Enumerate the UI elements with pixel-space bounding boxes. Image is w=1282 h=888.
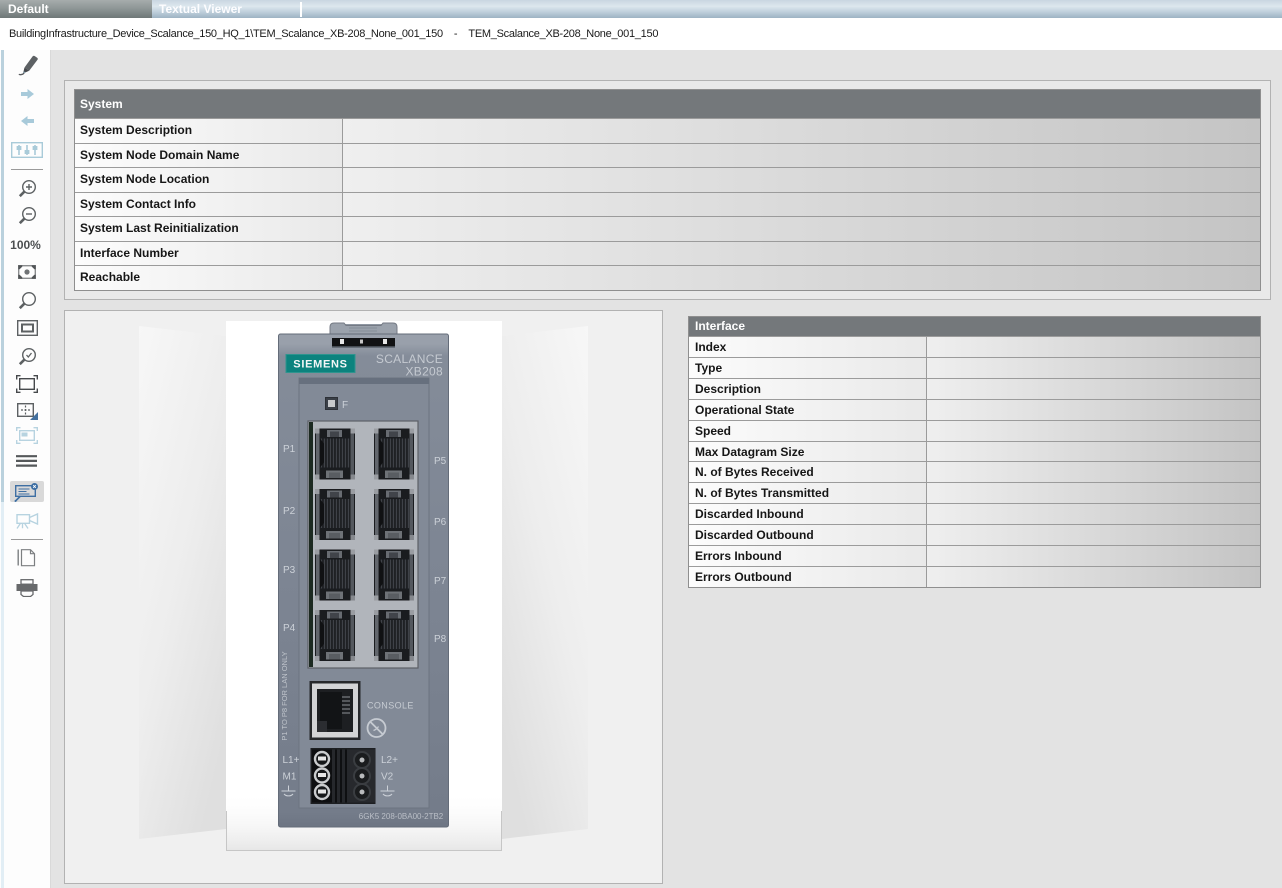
- svg-text:P1 TO P8 FOR LAN ONLY: P1 TO P8 FOR LAN ONLY: [280, 651, 289, 740]
- svg-text:L1+: L1+: [283, 755, 300, 766]
- svg-text:P2: P2: [283, 506, 296, 517]
- svg-text:L2+: L2+: [381, 755, 398, 766]
- svg-text:P7: P7: [434, 576, 447, 587]
- svg-text:P5: P5: [434, 456, 447, 467]
- svg-text:P6: P6: [434, 517, 447, 528]
- svg-text:P1: P1: [283, 444, 296, 455]
- svg-text:6GK5 208-0BA00-2TB2: 6GK5 208-0BA00-2TB2: [359, 812, 444, 821]
- svg-text:P3: P3: [283, 565, 296, 576]
- svg-text:P8: P8: [434, 634, 447, 645]
- svg-text:V2: V2: [381, 772, 394, 783]
- svg-text:SIEMENS: SIEMENS: [293, 359, 347, 371]
- svg-text:F: F: [342, 400, 348, 411]
- svg-text:CONSOLE: CONSOLE: [367, 701, 414, 711]
- svg-text:P4: P4: [283, 623, 296, 634]
- svg-text:XB208: XB208: [405, 365, 443, 379]
- svg-text:M1: M1: [283, 772, 297, 783]
